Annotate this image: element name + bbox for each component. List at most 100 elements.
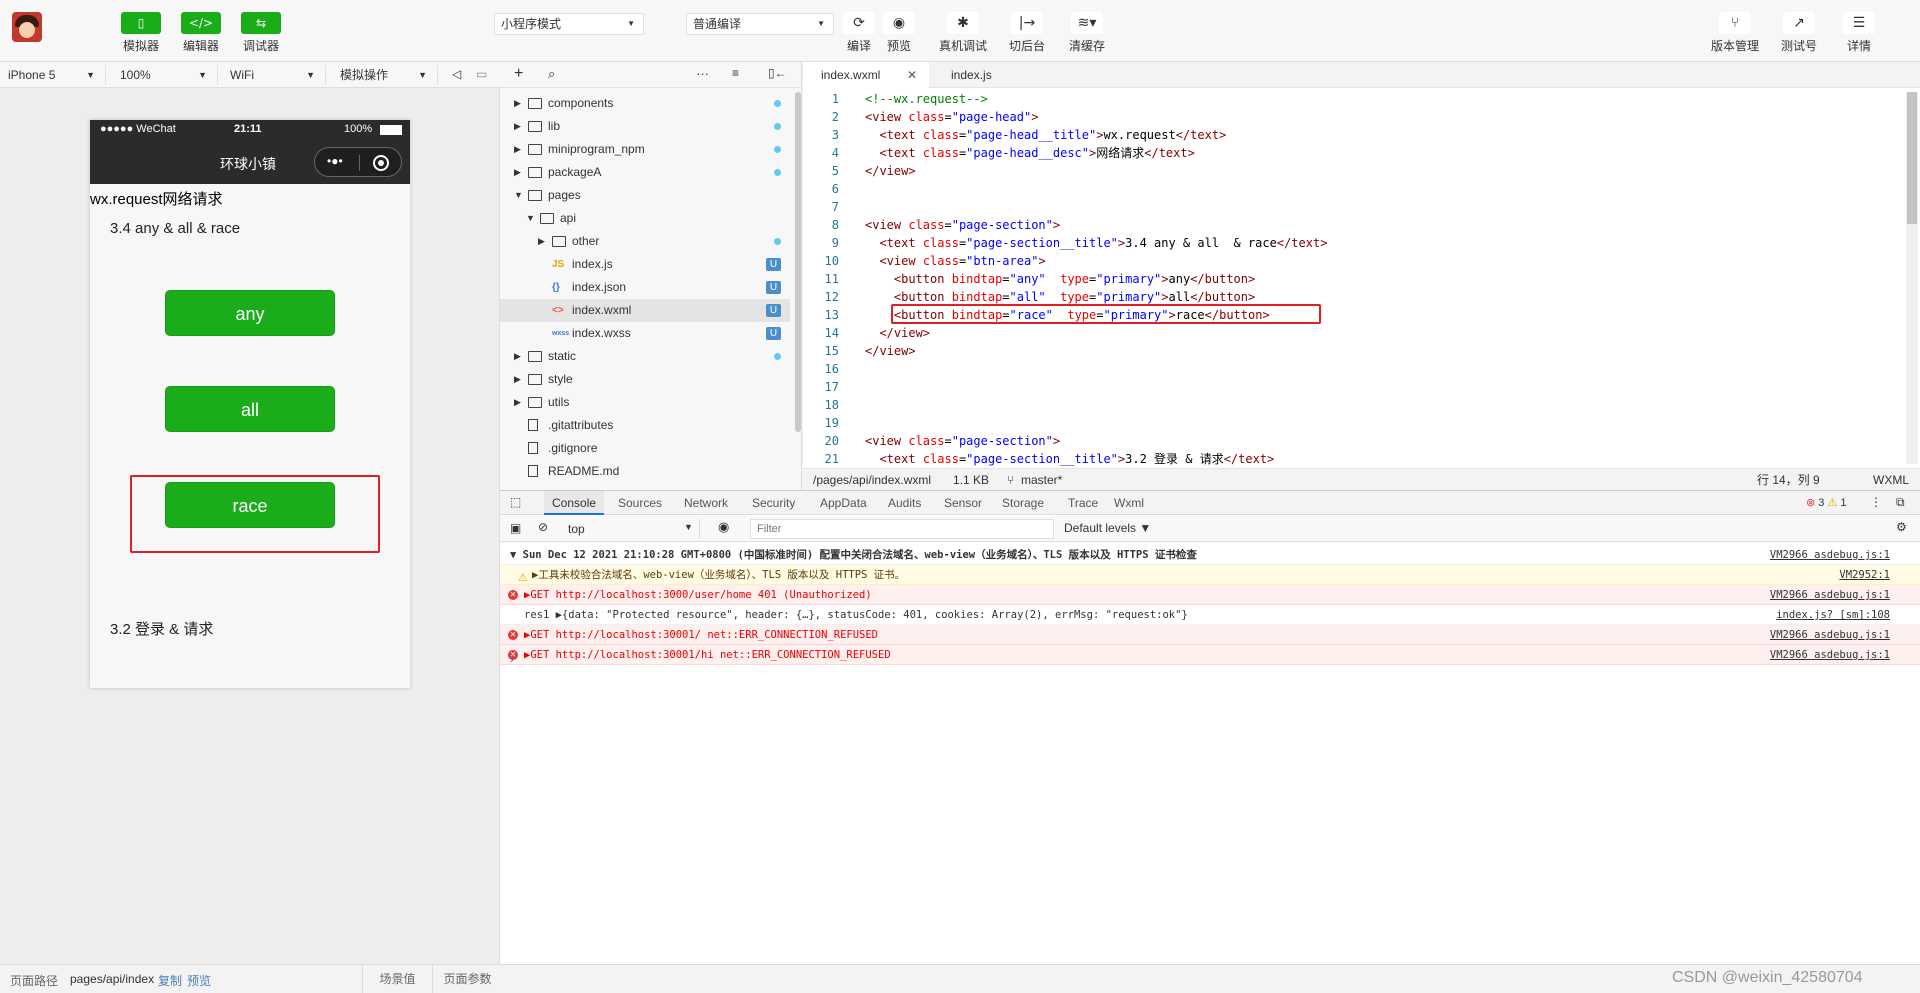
- message-source-link[interactable]: index.js? [sm]:108: [1776, 605, 1890, 625]
- console-message[interactable]: ✕ ▶GET http://localhost:30001/ net::ERR_C…: [500, 625, 1920, 645]
- background-button[interactable]: |→ 切后台: [1002, 12, 1052, 54]
- file-tree-item[interactable]: JS index.js U: [500, 253, 790, 276]
- copy-link[interactable]: 复制: [158, 972, 182, 989]
- code-line[interactable]: 21 <text class="page-section__title">3.2…: [803, 450, 1903, 468]
- tab-index-wxml[interactable]: index.wxml ✕: [803, 62, 929, 88]
- console-message[interactable]: ✕ ▶GET http://localhost:3000/user/home 40…: [500, 585, 1920, 605]
- console-filter-input[interactable]: [750, 519, 1054, 539]
- devtools-tab-wxml[interactable]: Wxml: [1114, 491, 1144, 515]
- real-debug-button[interactable]: ✱ 真机调试: [938, 12, 988, 54]
- code-line[interactable]: 15 </view>: [803, 342, 1903, 360]
- mode-select[interactable]: 小程序模式 ▼: [494, 13, 644, 35]
- devtools-tab-appdata[interactable]: AppData: [820, 491, 867, 515]
- chevron-down-icon[interactable]: ▼: [526, 207, 535, 230]
- devtools-tab-audits[interactable]: Audits: [888, 491, 921, 515]
- operation-select[interactable]: 模拟操作 ▼: [332, 65, 438, 85]
- file-tree-item[interactable]: ▶ utils: [500, 391, 790, 414]
- code-line[interactable]: 4 <text class="page-head__desc">网络请求</te…: [803, 144, 1903, 162]
- file-tree-item[interactable]: ▼ pages: [500, 184, 790, 207]
- file-tree-item[interactable]: wxss index.wxss U: [500, 322, 790, 345]
- gear-icon[interactable]: ⚙: [1896, 520, 1907, 534]
- close-icon[interactable]: ✕: [907, 62, 917, 88]
- devtools-tab-console[interactable]: Console: [544, 491, 605, 515]
- code-line[interactable]: 1 <!--wx.request-->: [803, 90, 1903, 108]
- file-tree-item[interactable]: ▶ other: [500, 230, 790, 253]
- console-message[interactable]: ✕ ▶GET http://localhost:30001/hi net::ERR…: [500, 645, 1920, 665]
- console-message[interactable]: ▼ Sun Dec 12 2021 21:10:28 GMT+0800 (中国标…: [500, 545, 1920, 565]
- tab-index-js[interactable]: index.js: [933, 62, 1033, 88]
- collapse-icon[interactable]: ≡: [732, 66, 739, 80]
- inspect-icon[interactable]: ⬚: [510, 495, 521, 509]
- code-line[interactable]: 5 </view>: [803, 162, 1903, 180]
- console-prompt[interactable]: ›: [510, 652, 514, 666]
- file-tree-item[interactable]: .gitattributes: [500, 414, 790, 437]
- message-source-link[interactable]: VM2966 asdebug.js:1: [1770, 645, 1890, 665]
- message-source-link[interactable]: VM2966 asdebug.js:1: [1770, 545, 1890, 565]
- more-icon[interactable]: •●•: [327, 154, 343, 168]
- details-button[interactable]: ☰ 详情: [1834, 12, 1884, 54]
- code-line[interactable]: 6: [803, 180, 1903, 198]
- devtools-tab-security[interactable]: Security: [752, 491, 795, 515]
- code-line[interactable]: 2 <view class="page-head">: [803, 108, 1903, 126]
- file-tree-item[interactable]: ▼ api: [500, 207, 790, 230]
- compile-mode-select[interactable]: 普通编译 ▼: [686, 13, 834, 35]
- race-button[interactable]: race: [165, 482, 335, 528]
- code-line[interactable]: 10 <view class="btn-area">: [803, 252, 1903, 270]
- chevron-right-icon[interactable]: ▶: [514, 368, 521, 391]
- page-params-button[interactable]: 页面参数: [432, 965, 502, 993]
- file-tree-item[interactable]: ▶ lib: [500, 115, 790, 138]
- popout-icon[interactable]: ▭: [476, 67, 487, 81]
- zoom-select[interactable]: 100% ▼: [112, 65, 218, 85]
- file-tree-item[interactable]: ▶ static: [500, 345, 790, 368]
- levels-select[interactable]: Default levels ▼: [1064, 521, 1151, 535]
- code-line[interactable]: 7: [803, 198, 1903, 216]
- network-select[interactable]: WiFi ▼: [222, 65, 326, 85]
- scene-value-button[interactable]: 场景值: [362, 965, 432, 993]
- code-line[interactable]: 16: [803, 360, 1903, 378]
- chevron-right-icon[interactable]: ▶: [514, 115, 521, 138]
- preview-link[interactable]: 预览: [187, 972, 211, 989]
- clear-cache-button[interactable]: ≋▾ 清缓存: [1062, 12, 1112, 54]
- code-line[interactable]: 8 <view class="page-section">: [803, 216, 1903, 234]
- code-area[interactable]: 1 <!--wx.request--> 2 <view class="page-hea…: [803, 90, 1903, 466]
- message-source-link[interactable]: VM2952:1: [1839, 565, 1890, 585]
- chevron-right-icon[interactable]: ▶: [538, 230, 545, 253]
- split-icon[interactable]: ▯←: [768, 66, 787, 80]
- file-tree-item[interactable]: <> index.wxml U: [500, 299, 790, 322]
- code-line[interactable]: 3 <text class="page-head__title">wx.requ…: [803, 126, 1903, 144]
- user-avatar[interactable]: [12, 12, 42, 42]
- console-message[interactable]: ⚠ ▶工具未校验合法域名、web-view（业务域名）、TLS 版本以及 HTTP…: [500, 565, 1920, 585]
- explorer-scrollbar[interactable]: [795, 92, 801, 432]
- code-line[interactable]: 11 <button bindtap="any" type="primary">…: [803, 270, 1903, 288]
- editor-button[interactable]: </> 编辑器: [181, 12, 221, 54]
- code-line[interactable]: 19: [803, 414, 1903, 432]
- chevron-right-icon[interactable]: ▶: [514, 391, 521, 414]
- clear-console-icon[interactable]: ⊘: [538, 520, 548, 534]
- code-line[interactable]: 17: [803, 378, 1903, 396]
- all-button[interactable]: all: [165, 386, 335, 432]
- file-tree-item[interactable]: README.md: [500, 460, 790, 483]
- add-icon[interactable]: +: [514, 65, 523, 83]
- search-icon[interactable]: ⌕: [548, 66, 555, 82]
- devtools-tab-network[interactable]: Network: [684, 491, 728, 515]
- file-tree-item[interactable]: {} index.json U: [500, 276, 790, 299]
- test-id-button[interactable]: ↗ 测试号: [1774, 12, 1824, 54]
- code-line[interactable]: 20 <view class="page-section">: [803, 432, 1903, 450]
- more-icon[interactable]: ···: [696, 66, 709, 81]
- editor-scrollbar-thumb[interactable]: [1907, 92, 1917, 224]
- kebab-menu-icon[interactable]: ⋮: [1870, 495, 1882, 509]
- chevron-right-icon[interactable]: ▶: [514, 138, 521, 161]
- simulator-button[interactable]: ▯ 模拟器: [121, 12, 161, 54]
- code-line[interactable]: 18: [803, 396, 1903, 414]
- file-tree-item[interactable]: ▶ packageA: [500, 161, 790, 184]
- debugger-button[interactable]: ⇆ 调试器: [241, 12, 281, 54]
- context-select[interactable]: top ▼: [560, 519, 700, 539]
- close-target-icon[interactable]: [373, 155, 389, 171]
- sidebar-toggle-icon[interactable]: ▣: [510, 521, 521, 535]
- file-tree-item[interactable]: ▶ miniprogram_npm: [500, 138, 790, 161]
- version-button[interactable]: ⑂ 版本管理: [1710, 12, 1760, 54]
- devtools-tab-trace[interactable]: Trace: [1068, 491, 1098, 515]
- message-source-link[interactable]: VM2966 asdebug.js:1: [1770, 585, 1890, 605]
- chevron-down-icon[interactable]: ▼: [514, 184, 523, 207]
- sound-icon[interactable]: ◁: [452, 67, 461, 81]
